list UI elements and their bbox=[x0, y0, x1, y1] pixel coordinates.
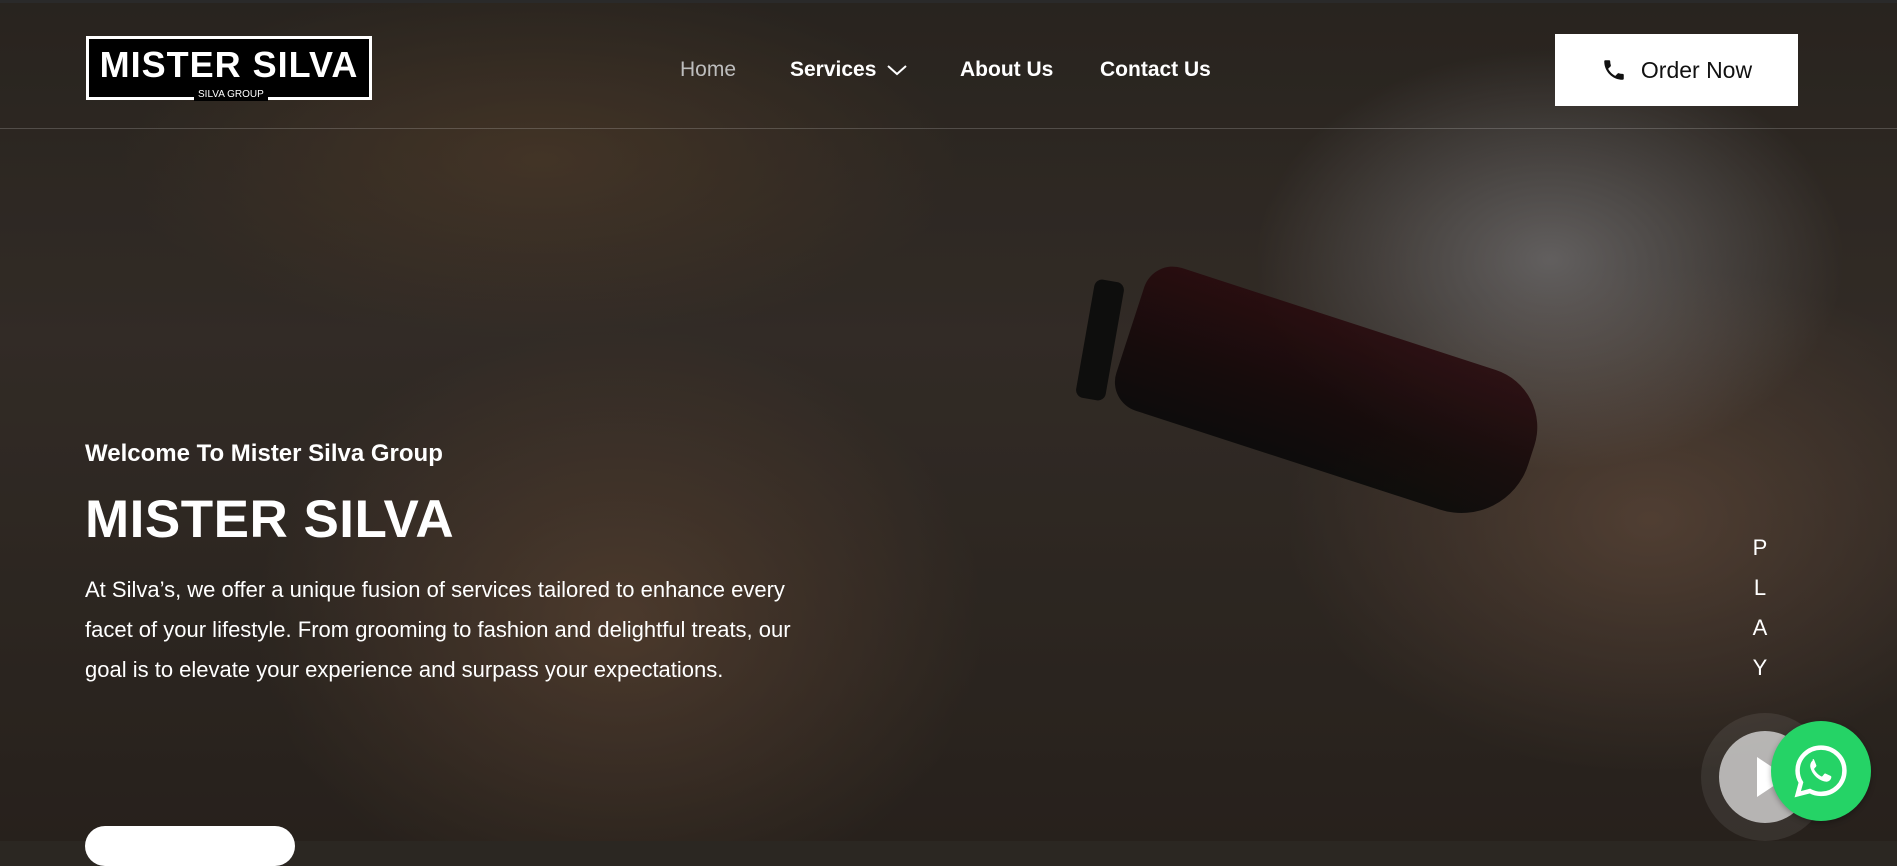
site-logo[interactable]: MISTER SILVA SILVA GROUP bbox=[86, 36, 372, 101]
phone-icon bbox=[1604, 60, 1624, 80]
order-now-button[interactable]: Order Now bbox=[1555, 34, 1798, 106]
nav-services[interactable]: Services bbox=[790, 58, 908, 82]
play-letter: P bbox=[1752, 535, 1768, 560]
play-letter: L bbox=[1753, 575, 1767, 600]
nav-services-label: Services bbox=[790, 58, 877, 81]
hero-welcome-text: Welcome To Mister Silva Group bbox=[85, 440, 443, 467]
logo-subtext: SILVA GROUP bbox=[194, 89, 268, 101]
logo-text: MISTER SILVA bbox=[99, 44, 359, 85]
nav-home[interactable]: Home bbox=[680, 58, 736, 82]
order-now-label: Order Now bbox=[1640, 56, 1753, 83]
hero-cta-button[interactable] bbox=[85, 826, 295, 866]
play-letter: Y bbox=[1752, 655, 1768, 680]
play-vertical-label: P L A Y bbox=[1740, 528, 1780, 688]
nav-contact-us[interactable]: Contact Us bbox=[1100, 58, 1211, 82]
hero-title: MISTER SILVA bbox=[85, 490, 455, 549]
hero-description: At Silva’s, we offer a unique fusion of … bbox=[85, 577, 791, 682]
play-letter: A bbox=[1752, 615, 1768, 640]
nav-about-us[interactable]: About Us bbox=[960, 58, 1053, 82]
whatsapp-button[interactable] bbox=[1771, 721, 1871, 821]
whatsapp-icon bbox=[1794, 745, 1847, 798]
hero-content: Welcome To Mister Silva Group MISTER SIL… bbox=[85, 438, 825, 690]
site-header: MISTER SILVA SILVA GROUP Home Services A… bbox=[0, 0, 1897, 129]
chevron-down-icon bbox=[887, 65, 908, 76]
